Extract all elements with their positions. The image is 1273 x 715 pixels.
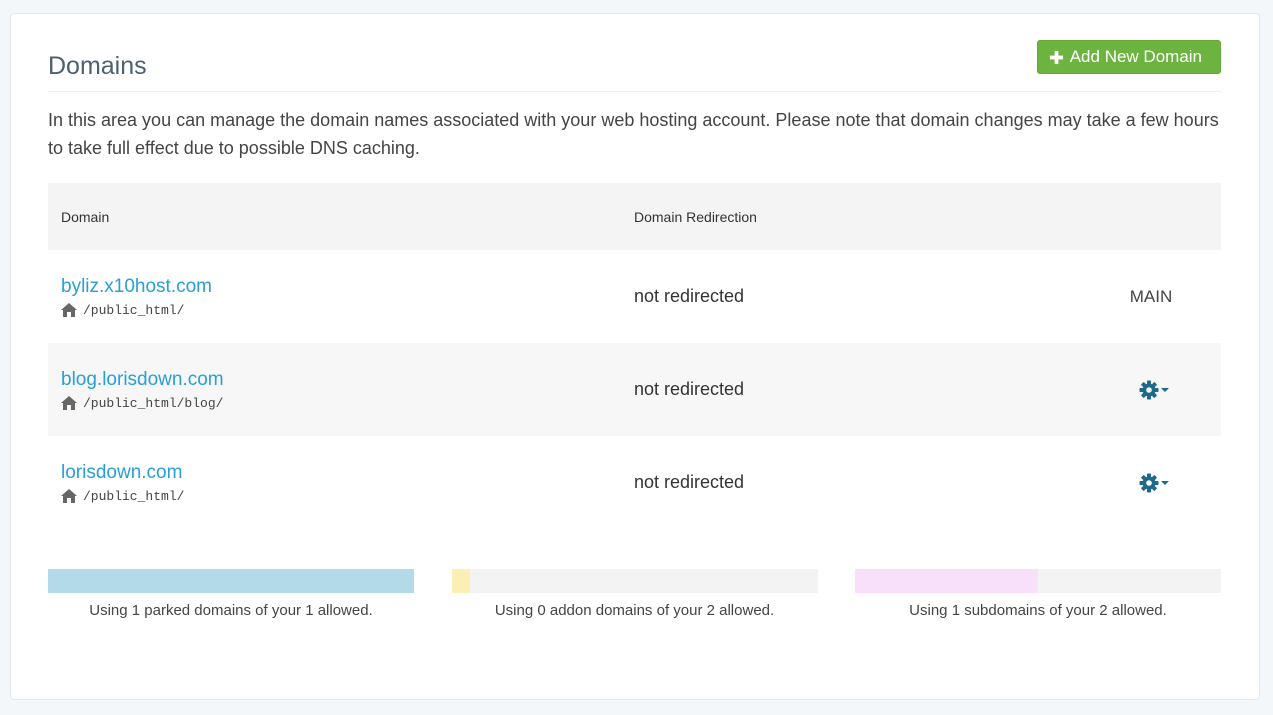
header-domain: Domain: [61, 208, 110, 225]
subdomains-usage: Using 1 subdomains of your 2 allowed.: [855, 569, 1221, 619]
usage-text: Using 0 addon domains of your 2 allowed.: [494, 602, 775, 619]
home-icon: [61, 303, 77, 317]
usage-progress-bar: [855, 569, 1221, 593]
table-row: byliz.x10host.com /public_html/ not redi…: [48, 250, 1221, 343]
page-header: Domains Add New Domain: [48, 14, 1221, 92]
add-new-domain-button[interactable]: Add New Domain: [1036, 40, 1221, 74]
add-new-domain-label: Add New Domain: [1069, 47, 1202, 66]
domains-table: Domain Domain Redirection byliz.x10host.…: [48, 183, 1221, 529]
domains-panel: Domains Add New Domain In this area you …: [10, 13, 1260, 700]
home-icon: [61, 489, 77, 503]
domain-cell: lorisdown.com /public_html/: [48, 462, 634, 504]
usage-progress-fill: [855, 569, 1038, 593]
redirection-status: not redirected: [634, 472, 745, 492]
domain-path: /public_html/blog/: [61, 396, 634, 411]
actions-cell: [1091, 380, 1221, 400]
domain-path: /public_html/: [61, 489, 634, 504]
domain-cell: blog.lorisdown.com /public_html/blog/: [48, 369, 634, 411]
domain-link[interactable]: byliz.x10host.com: [61, 276, 634, 298]
table-header: Domain Domain Redirection: [48, 183, 1221, 250]
page-title: Domains: [48, 52, 147, 80]
gear-icon: [1139, 473, 1159, 492]
intro-text: In this area you can manage the domain n…: [48, 110, 1219, 158]
table-row: lorisdown.com /public_html/ not redirect…: [48, 436, 1221, 529]
plus-icon: [1049, 50, 1063, 64]
domain-actions-dropdown[interactable]: [1139, 380, 1169, 400]
header-domain-redirection: Domain Redirection: [634, 208, 757, 225]
domain-link[interactable]: blog.lorisdown.com: [61, 369, 634, 391]
addon-domains-usage: Using 0 addon domains of your 2 allowed.: [451, 569, 818, 619]
path-text: /public_html/blog/: [83, 395, 224, 411]
gear-icon: [1139, 380, 1159, 399]
main-label: MAIN: [1129, 286, 1173, 306]
usage-progress-fill: [451, 569, 470, 593]
table-row: blog.lorisdown.com /public_html/blog/ no…: [48, 343, 1221, 436]
home-icon: [61, 396, 77, 410]
domains-content: Domains Add New Domain In this area you …: [48, 14, 1221, 619]
usage-progress-bar: [451, 569, 818, 593]
usage-text: Using 1 parked domains of your 1 allowed…: [89, 602, 373, 619]
usage-progress-fill: [48, 569, 414, 593]
domain-cell: byliz.x10host.com /public_html/: [48, 276, 634, 318]
domain-actions-dropdown[interactable]: [1139, 473, 1169, 493]
actions-cell: [1091, 473, 1221, 493]
usage-progress-bar: [48, 569, 414, 593]
usage-stats: Using 1 parked domains of your 1 allowed…: [48, 569, 1221, 619]
caret-down-icon: [1161, 480, 1169, 485]
parked-domains-usage: Using 1 parked domains of your 1 allowed…: [48, 569, 414, 619]
redirection-status: not redirected: [634, 379, 745, 399]
domain-path: /public_html/: [61, 303, 634, 318]
caret-down-icon: [1161, 387, 1169, 392]
path-text: /public_html/: [83, 488, 185, 504]
redirection-status: not redirected: [634, 286, 745, 306]
path-text: /public_html/: [83, 302, 185, 318]
domain-link[interactable]: lorisdown.com: [61, 462, 634, 484]
usage-text: Using 1 subdomains of your 2 allowed.: [909, 602, 1167, 619]
